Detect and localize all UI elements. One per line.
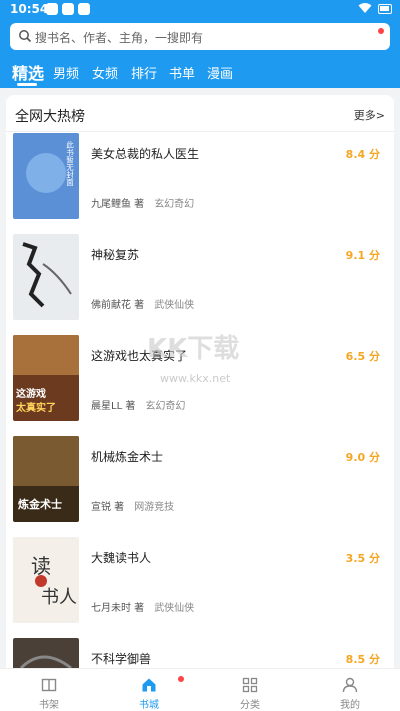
home-icon: [142, 678, 156, 692]
tab-female[interactable]: 女频: [92, 63, 118, 82]
book-genre: 武侠仙侠: [154, 603, 195, 614]
search-input[interactable]: 搜书名、作者、主角，一搜即有: [10, 23, 390, 50]
section-title: 全网大热榜: [15, 109, 85, 125]
status-time: 10:54: [10, 2, 49, 16]
watermark-url: www.kkx.net: [160, 372, 231, 385]
nav-label: 我的: [340, 700, 360, 711]
notification-icon: [62, 3, 74, 15]
divider: [6, 131, 394, 132]
status-bar: 10:54: [0, 0, 400, 18]
nav-category[interactable]: 分类: [220, 669, 280, 711]
user-icon: [342, 677, 358, 693]
book-author: 宣锐 著: [91, 502, 125, 513]
tab-male[interactable]: 男频: [53, 63, 79, 82]
tab-booklist[interactable]: 书单: [169, 63, 195, 82]
book-cover: 炼金术士: [13, 436, 79, 522]
book-genre: 网游竞技: [134, 502, 175, 513]
book-cover: [13, 234, 79, 320]
book-score: 9.1 分: [345, 249, 380, 262]
book-item[interactable]: 此书暂无封面 美女总裁的私人医生 8.4 分 九尾鲤鱼 著玄幻奇幻: [6, 133, 394, 225]
book-genre: 武侠仙侠: [154, 300, 195, 311]
book-title: 机械炼金术士: [91, 450, 164, 464]
book-author-line: 宣锐 著网游竞技: [91, 498, 174, 513]
hot-ranking-panel: 全网大热榜 更多> 此书暂无封面 美女总裁的私人医生 8.4 分 九尾鲤鱼 著玄…: [6, 95, 394, 675]
nav-bookshelf[interactable]: 书架: [19, 669, 79, 711]
tab-comics[interactable]: 漫画: [207, 63, 233, 82]
book-genre: 玄幻奇幻: [154, 199, 195, 210]
category-tabs: 精选 男频 女频 排行 书单 漫画: [0, 58, 400, 86]
book-author-line: 佛前献花 著武侠仙侠: [91, 296, 194, 311]
book-item[interactable]: 读 书人 大魏读书人 3.5 分 七月未时 著武侠仙侠: [6, 537, 394, 629]
book-item[interactable]: 神秘复苏 9.1 分 佛前献花 著武侠仙侠: [6, 234, 394, 326]
more-link[interactable]: 更多>: [354, 107, 385, 123]
book-author: 七月未时 著: [91, 603, 145, 614]
svg-text:炼金术士: 炼金术士: [18, 497, 62, 511]
bookshelf-icon: [41, 678, 57, 692]
tab-ranking[interactable]: 排行: [131, 63, 157, 82]
book-title: 美女总裁的私人医生: [91, 147, 200, 161]
book-cover: 读 书人: [13, 537, 79, 623]
battery-icon: [378, 4, 392, 14]
book-title: 不科学御兽: [91, 652, 152, 666]
book-item[interactable]: 炼金术士 机械炼金术士 9.0 分 宣锐 著网游竞技: [6, 436, 394, 528]
search-icon: [19, 30, 32, 43]
nav-label: 书城: [139, 700, 159, 711]
search-placeholder: 搜书名、作者、主角，一搜即有: [35, 31, 204, 45]
cover-text: 此书暂无封面: [65, 140, 74, 188]
book-author-line: 九尾鲤鱼 著玄幻奇幻: [91, 195, 194, 210]
book-title: 大魏读书人: [91, 551, 152, 565]
notification-icon: [78, 3, 90, 15]
watermark-logo: KK下载: [147, 334, 240, 364]
svg-text:太真实了: 太真实了: [15, 401, 56, 414]
book-score: 9.0 分: [345, 451, 380, 464]
book-author: 晨星LL 著: [91, 401, 136, 412]
nav-label: 书架: [39, 700, 59, 711]
book-cover: 此书暂无封面: [13, 133, 79, 219]
book-score: 6.5 分: [345, 350, 380, 363]
svg-text:书人: 书人: [41, 587, 77, 608]
svg-text:读: 读: [31, 554, 51, 578]
grid-icon: [242, 677, 258, 693]
book-author: 九尾鲤鱼 著: [91, 199, 145, 210]
notification-dot: [378, 28, 384, 34]
book-author-line: 七月未时 著武侠仙侠: [91, 599, 194, 614]
book-genre: 玄幻奇幻: [145, 401, 186, 412]
book-cover: 这游戏 太真实了: [13, 335, 79, 421]
svg-text:这游戏: 这游戏: [16, 387, 46, 400]
nav-profile[interactable]: 我的: [320, 669, 380, 711]
notification-icon: [46, 3, 58, 15]
book-author-line: 晨星LL 著玄幻奇幻: [91, 397, 185, 412]
nav-label: 分类: [240, 700, 260, 711]
tab-featured[interactable]: 精选: [12, 60, 44, 84]
book-author: 佛前献花 著: [91, 300, 145, 311]
book-score: 8.5 分: [345, 653, 380, 666]
wifi-icon: [358, 3, 372, 13]
book-score: 3.5 分: [345, 552, 380, 565]
book-title: 神秘复苏: [91, 248, 140, 262]
nav-bookstore[interactable]: 书城: [119, 669, 179, 711]
bottom-navigation: 书架 书城 分类 我的: [0, 668, 400, 711]
notification-dot: [178, 676, 184, 682]
tab-indicator: [17, 83, 37, 86]
book-score: 8.4 分: [345, 148, 380, 161]
